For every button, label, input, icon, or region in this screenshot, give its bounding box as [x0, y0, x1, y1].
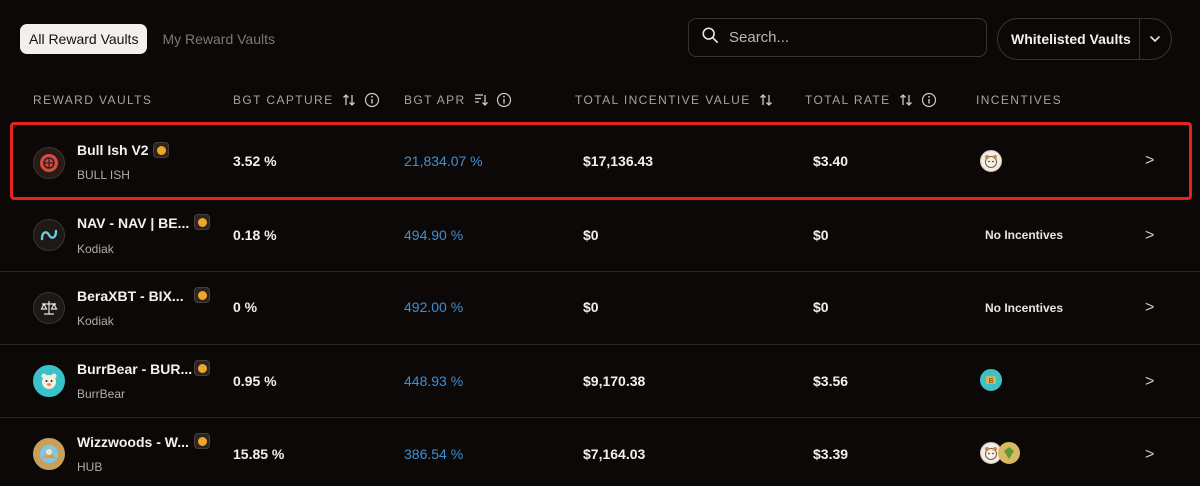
- bgt-capture-value: 0.18 %: [233, 227, 277, 243]
- row-chevron-right-icon[interactable]: >: [1145, 373, 1154, 391]
- total-incentive-value: $0: [583, 299, 599, 315]
- vault-row[interactable]: NAV - NAV | BE... Kodiak 0.18 % 494.90 %…: [0, 200, 1200, 272]
- token-badge-icon: [194, 433, 210, 449]
- bgt-apr-value: 494.90 %: [404, 227, 464, 243]
- bgt-apr-value: 492.00 %: [404, 299, 464, 315]
- bgt-apr-value: 386.54 %: [404, 446, 464, 462]
- row-chevron-right-icon[interactable]: >: [1145, 152, 1154, 170]
- col-bgt-apr[interactable]: BGT APR: [404, 88, 512, 112]
- vault-filter-dropdown[interactable]: Whitelisted Vaults: [997, 18, 1172, 60]
- bgt-capture-value: 0.95 %: [233, 373, 277, 389]
- bgt-apr-value: 448.93 %: [404, 373, 464, 389]
- nav-icon: [33, 219, 65, 251]
- col-total-incentive-value-label: TOTAL INCENTIVE VALUE: [575, 93, 751, 107]
- total-rate-value: $3.40: [813, 153, 849, 169]
- col-total-rate-label: TOTAL RATE: [805, 93, 891, 107]
- search-box[interactable]: [688, 18, 987, 57]
- sort-icon[interactable]: [898, 92, 914, 108]
- sort-descending-icon[interactable]: [473, 92, 489, 108]
- vault-protocol: Kodiak: [77, 314, 114, 328]
- total-rate-value: $3.39: [813, 446, 849, 462]
- col-bgt-apr-label: BGT APR: [404, 93, 466, 107]
- vault-protocol: HUB: [77, 460, 103, 474]
- col-bgt-capture-label: BGT CAPTURE: [233, 93, 334, 107]
- vault-protocol: Kodiak: [77, 242, 114, 256]
- vault-filter-label: Whitelisted Vaults: [1011, 31, 1131, 47]
- vault-name: NAV - NAV | BE...: [77, 215, 190, 231]
- top-bar: All Reward Vaults My Reward Vaults White…: [0, 0, 1200, 80]
- vault-protocol: BULL ISH: [77, 168, 130, 182]
- total-incentive-value: $0: [583, 227, 599, 243]
- tab-all-reward-vaults[interactable]: All Reward Vaults: [20, 24, 148, 54]
- total-rate-value: $0: [813, 299, 829, 315]
- total-incentive-value: $7,164.03: [583, 446, 646, 462]
- gem-icon: [998, 442, 1020, 464]
- col-total-rate[interactable]: TOTAL RATE: [805, 88, 937, 112]
- total-rate-value: $3.56: [813, 373, 849, 389]
- total-incentive-value: $17,136.43: [583, 153, 654, 169]
- row-chevron-right-icon[interactable]: >: [1145, 446, 1154, 464]
- incentive-icons: B: [980, 369, 1002, 391]
- info-icon[interactable]: [496, 92, 512, 108]
- bull-ish-icon: [33, 147, 65, 179]
- vault-name: BeraXBT - BIX...: [77, 288, 184, 304]
- vault-name: Wizzwoods - W...: [77, 434, 189, 450]
- sort-icon[interactable]: [758, 92, 774, 108]
- col-reward-vaults: REWARD VAULTS: [33, 88, 152, 112]
- col-reward-vaults-label: REWARD VAULTS: [33, 93, 153, 107]
- token-badge-icon: [194, 287, 210, 303]
- info-icon[interactable]: [364, 92, 380, 108]
- vault-name: BurrBear - BUR...: [77, 361, 193, 377]
- token-badge-icon: [194, 360, 210, 376]
- wizzwoods-icon: [33, 438, 65, 470]
- burrbear-icon: [33, 365, 65, 397]
- token-badge-icon: [153, 142, 169, 158]
- col-incentives-label: INCENTIVES: [976, 93, 1063, 107]
- no-incentives-label: No Incentives: [985, 301, 1064, 315]
- tab-my-reward-vaults[interactable]: My Reward Vaults: [153, 24, 284, 54]
- sort-icon[interactable]: [341, 92, 357, 108]
- bgt-capture-value: 0 %: [233, 299, 258, 315]
- vault-row[interactable]: BurrBear - BUR... BurrBear 0.95 % 448.93…: [0, 345, 1200, 418]
- total-incentive-value: $9,170.38: [583, 373, 646, 389]
- vault-name: Bull Ish V2: [77, 142, 149, 158]
- col-bgt-capture[interactable]: BGT CAPTURE: [233, 88, 380, 112]
- svg-text:B: B: [989, 378, 994, 385]
- bgt-capture-value: 3.52 %: [233, 153, 277, 169]
- col-total-incentive-value[interactable]: TOTAL INCENTIVE VALUE: [575, 88, 774, 112]
- vault-row[interactable]: Wizzwoods - W... HUB 15.85 % 386.54 % $7…: [0, 418, 1200, 486]
- token-badge-icon: [194, 214, 210, 230]
- bgt-apr-value: 21,834.07 %: [404, 153, 483, 169]
- search-input[interactable]: [727, 28, 971, 47]
- burr-token-icon: B: [980, 369, 1002, 391]
- row-chevron-right-icon[interactable]: >: [1145, 299, 1154, 317]
- col-incentives: INCENTIVES: [976, 88, 1062, 112]
- vault-row[interactable]: Bull Ish V2 BULL ISH 3.52 % 21,834.07 % …: [10, 122, 1192, 200]
- scale-icon: [33, 292, 65, 324]
- no-incentives-label: No Incentives: [985, 228, 1064, 242]
- vault-protocol: BurrBear: [77, 387, 126, 401]
- chevron-down-icon[interactable]: [1140, 32, 1170, 46]
- info-icon[interactable]: [921, 92, 937, 108]
- vault-row[interactable]: BeraXBT - BIX... Kodiak 0 % 492.00 % $0 …: [0, 272, 1200, 345]
- search-icon: [701, 26, 719, 49]
- incentive-icons: [980, 150, 1002, 172]
- row-chevron-right-icon[interactable]: >: [1145, 227, 1154, 245]
- incentive-icons: [980, 442, 1020, 464]
- bgt-capture-value: 15.85 %: [233, 446, 285, 462]
- total-rate-value: $0: [813, 227, 829, 243]
- table-header: REWARD VAULTS BGT CAPTURE BGT APR TOTAL …: [0, 88, 1200, 112]
- vault-tabs: All Reward Vaults My Reward Vaults: [20, 24, 284, 54]
- bear-face-icon: [980, 150, 1002, 172]
